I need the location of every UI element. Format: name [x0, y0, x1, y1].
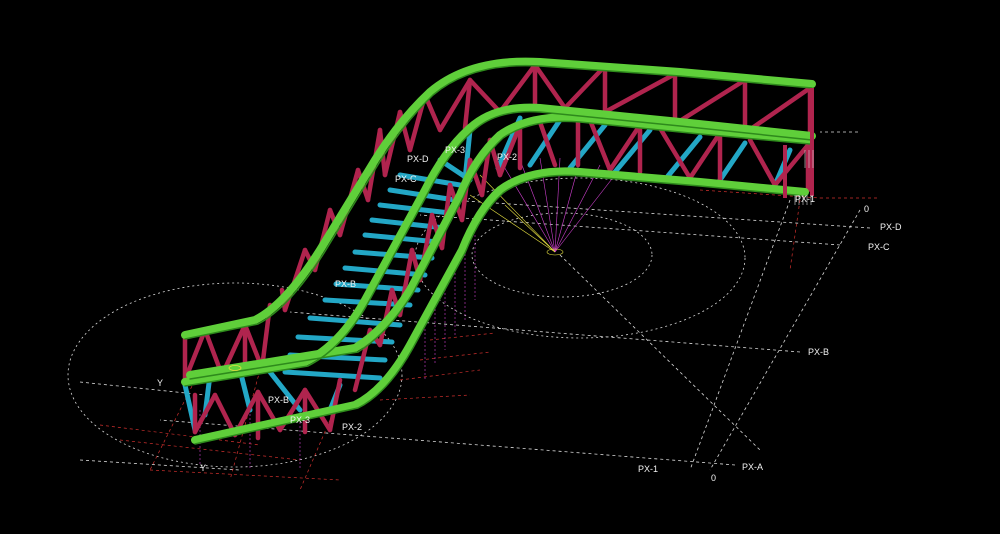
grid-line-right-edge: [709, 209, 861, 471]
label-px-d-right: PX-D: [880, 222, 902, 232]
label-px-1-bottom: PX-1: [638, 464, 658, 474]
grid-line-radial: [559, 254, 761, 451]
red-grid-lines: [99, 189, 880, 491]
model-canvas[interactable]: PX-D PX-C PX-B PX-A PX-1 PX-1 PX-D PX-C …: [0, 0, 1000, 534]
label-zero-bottom: 0: [711, 473, 716, 483]
structural-model-viewport[interactable]: PX-D PX-C PX-B PX-A PX-1 PX-1 PX-D PX-C …: [0, 0, 1000, 534]
grid-lines: [79, 131, 871, 471]
label-px-3-lower: PX-3: [290, 415, 310, 425]
label-px-c-right: PX-C: [868, 242, 890, 252]
label-y-lower: Y: [200, 463, 206, 473]
label-px-b-mid: PX-B: [335, 279, 356, 289]
label-px-1-top-right: PX-1: [795, 194, 815, 204]
label-y-upper: Y: [157, 378, 163, 388]
label-px-3-upper: PX-3: [445, 145, 465, 155]
label-px-2-lower: PX-2: [342, 422, 362, 432]
label-px-c-upper: PX-C: [395, 174, 417, 184]
grid-line-px-c: [419, 214, 841, 246]
label-px-b-right: PX-B: [808, 347, 829, 357]
label-px-d-upper: PX-D: [407, 154, 429, 164]
label-px-2-upper: PX-2: [497, 152, 517, 162]
grid-line-px-1: [689, 199, 791, 471]
label-px-b-lower: PX-B: [268, 395, 289, 405]
label-zero-top: 0: [864, 204, 869, 214]
label-px-a-bottom: PX-A: [742, 462, 763, 472]
grid-line-y-lower: [79, 459, 241, 471]
